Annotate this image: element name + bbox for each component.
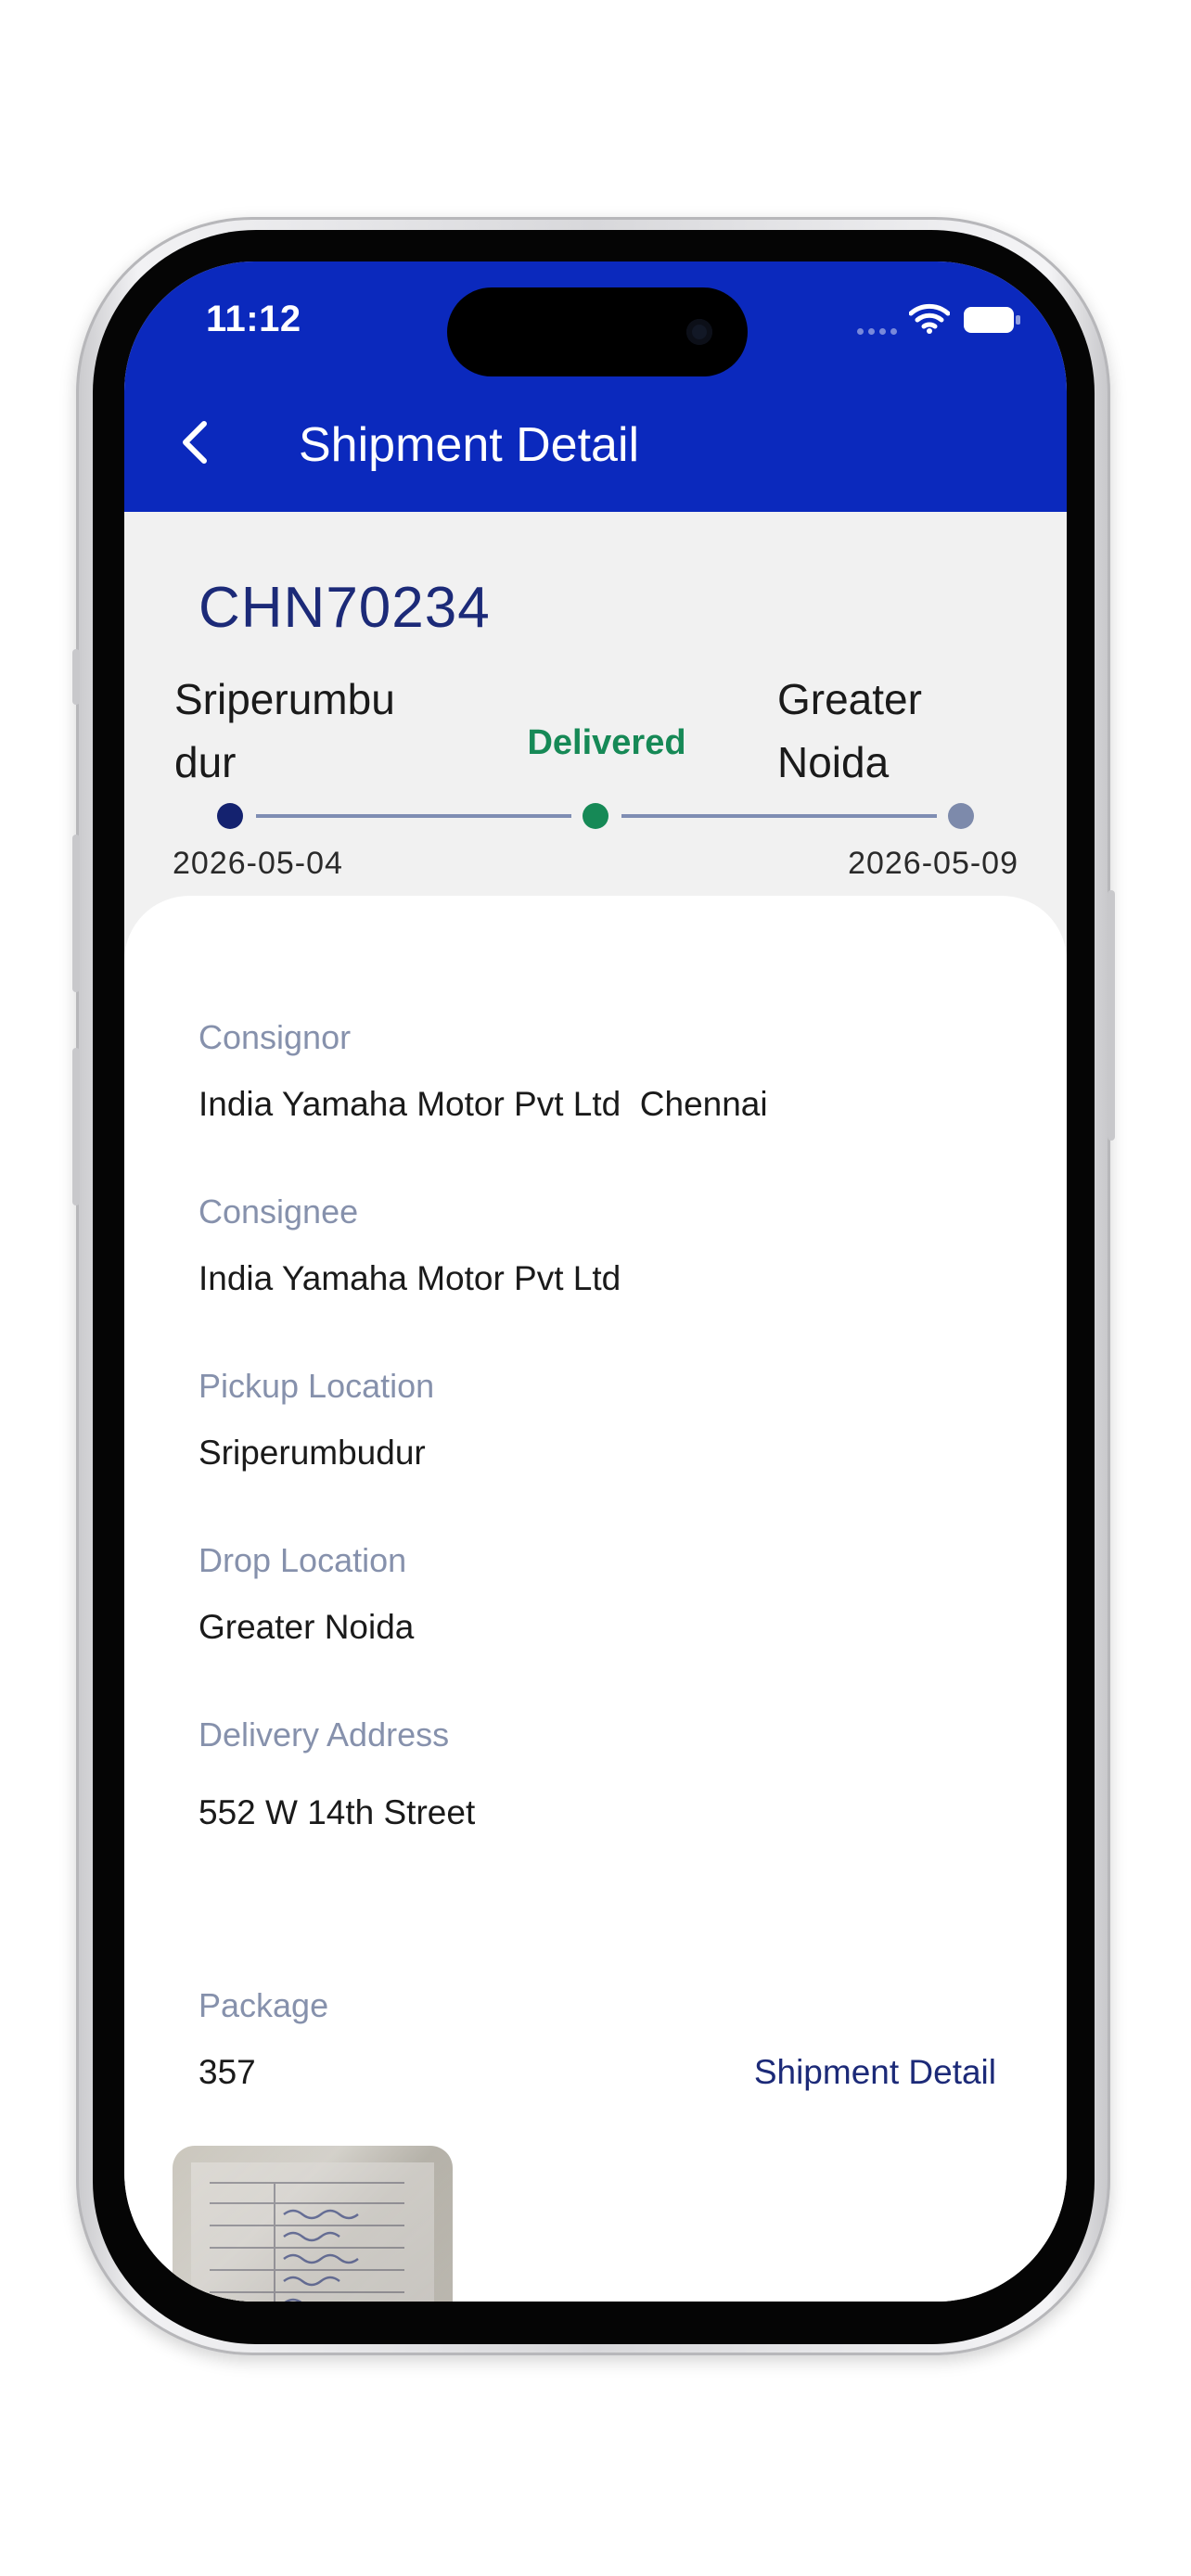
signal-icon xyxy=(857,328,897,335)
front-camera xyxy=(686,319,712,345)
delivery-proof-photo[interactable] xyxy=(173,2146,453,2302)
consignee-value: India Yamaha Motor Pvt Ltd xyxy=(198,1259,621,1297)
destination-date: 2026-05-09 xyxy=(848,846,1018,881)
status-dot xyxy=(583,803,608,829)
dynamic-island xyxy=(447,287,748,376)
shipment-detail-link[interactable]: Shipment Detail xyxy=(754,2053,996,2092)
package-value: 357 xyxy=(198,2053,256,2091)
progress-line-second xyxy=(621,814,937,818)
origin-date: 2026-05-04 xyxy=(173,846,343,881)
document-photo-image xyxy=(173,2146,453,2302)
battery-icon xyxy=(963,306,1022,338)
destination-dot xyxy=(948,803,974,829)
page-title: Shipment Detail xyxy=(299,418,640,472)
package-label: Package xyxy=(198,1986,329,2024)
phone-volume-up-button xyxy=(72,835,80,992)
back-chevron-icon xyxy=(183,421,207,464)
status-badge: Delivered xyxy=(527,723,686,762)
app-header: 11:12 Shipment Detail xyxy=(124,261,1067,512)
pickup-location-value: Sriperumbudur xyxy=(198,1434,426,1472)
phone-volume-down-button xyxy=(72,1048,80,1205)
origin-name: Sriperumbudur xyxy=(174,675,395,786)
progress-line-first xyxy=(256,814,571,818)
origin-dot xyxy=(217,803,243,829)
drop-location-label: Drop Location xyxy=(198,1541,407,1579)
wifi-icon xyxy=(908,302,951,338)
consignee-label: Consignee xyxy=(198,1192,359,1231)
shipment-id: CHN70234 xyxy=(198,576,491,640)
app-screen: 11:12 Shipment Detail CHN70234 Sriperumb… xyxy=(124,261,1067,2302)
consignor-value: India Yamaha Motor Pvt Ltd Chennai xyxy=(198,1085,768,1123)
back-button[interactable] xyxy=(161,410,226,475)
status-bar-time: 11:12 xyxy=(206,299,301,339)
drop-location-value: Greater Noida xyxy=(198,1608,415,1646)
phone-power-button xyxy=(1108,890,1115,1141)
destination-name: Greater Noida xyxy=(777,675,922,786)
consignor-label: Consignor xyxy=(198,1018,352,1056)
delivery-address-value: 552 W 14th Street xyxy=(198,1793,476,1831)
pickup-location-label: Pickup Location xyxy=(198,1367,435,1405)
phone-action-button xyxy=(72,649,80,705)
delivery-address-label: Delivery Address xyxy=(198,1715,450,1753)
